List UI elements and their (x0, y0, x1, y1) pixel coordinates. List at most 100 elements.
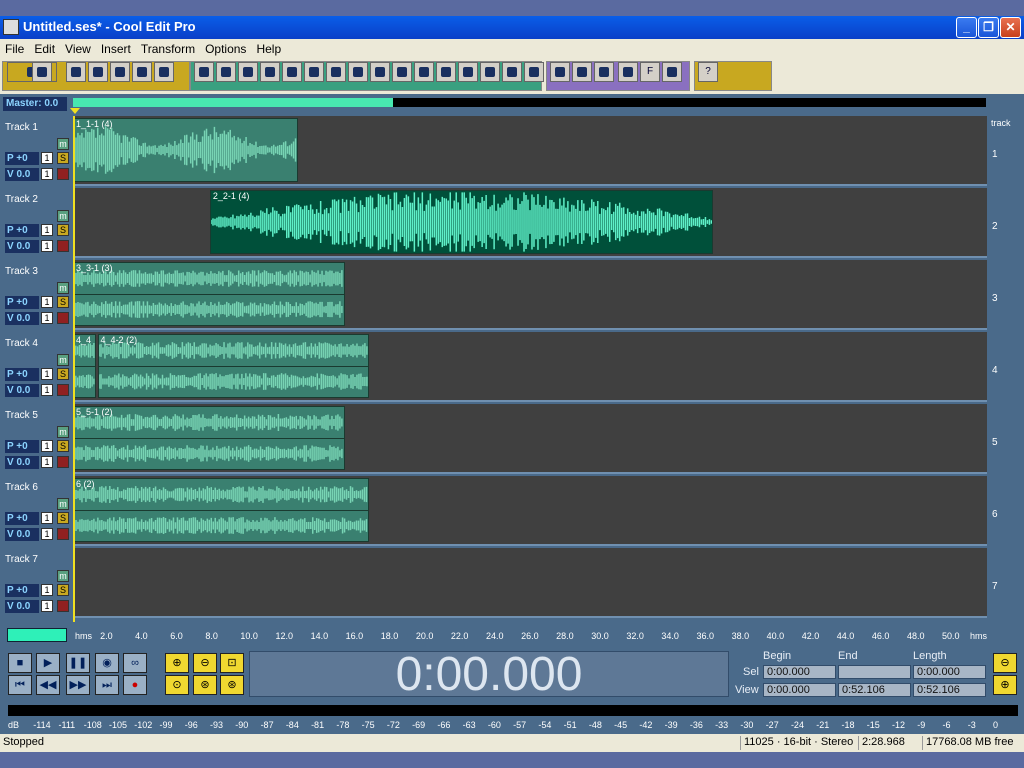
mute-button[interactable]: m (57, 354, 69, 366)
menu-options[interactable]: Options (200, 39, 251, 56)
mute-button[interactable]: m (57, 498, 69, 510)
audio-clip[interactable]: 3_3-1 (3) (73, 262, 345, 326)
track-lane[interactable]: 4_4 4_4-2 (2) (73, 332, 987, 402)
solo-button[interactable]: S (57, 584, 69, 596)
eq-icon[interactable] (458, 62, 478, 82)
volume-icon[interactable] (572, 62, 592, 82)
volume-control[interactable]: V 0.0 (5, 600, 39, 613)
split-icon[interactable] (282, 62, 302, 82)
rewind-button[interactable]: ◀◀ (36, 675, 60, 695)
input-button[interactable]: 1 (41, 384, 53, 396)
menu-file[interactable]: File (0, 39, 29, 56)
loop-button[interactable]: ∞ (123, 653, 147, 673)
input-button[interactable]: 1 (41, 456, 53, 468)
audio-clip[interactable]: 5_5-1 (2) (73, 406, 345, 470)
view-length-field[interactable]: 0:52.106 (913, 683, 986, 697)
master-volume[interactable]: Master: 0.0 (3, 97, 67, 111)
input-button[interactable]: 1 (41, 528, 53, 540)
save-icon[interactable] (110, 62, 130, 82)
pan-envelope-icon[interactable] (550, 62, 570, 82)
app-icon[interactable] (3, 19, 19, 35)
pan-control[interactable]: P +0 (5, 224, 39, 237)
pan-control[interactable]: P +0 (5, 440, 39, 453)
save-as-icon[interactable] (132, 62, 152, 82)
mute-button[interactable]: m (57, 426, 69, 438)
pan-control[interactable]: P +0 (5, 584, 39, 597)
restore-button[interactable]: ❐ (978, 17, 999, 38)
zoom-icon[interactable] (594, 62, 614, 82)
volume-control[interactable]: V 0.0 (5, 384, 39, 397)
solo-button[interactable]: S (57, 296, 69, 308)
zoom-left-icon[interactable]: ⊛ (193, 675, 217, 695)
record-arm-button[interactable] (57, 528, 69, 540)
solo-button[interactable]: S (57, 512, 69, 524)
zoom-in-icon[interactable]: ⊕ (165, 653, 189, 673)
output-button[interactable]: 1 (41, 224, 53, 236)
solo-button[interactable]: S (57, 224, 69, 236)
group-icon[interactable] (414, 62, 434, 82)
play-button[interactable]: ▶ (36, 653, 60, 673)
fast-forward-button[interactable]: ▶▶ (66, 675, 90, 695)
normalize-icon[interactable] (348, 62, 368, 82)
audio-clip[interactable]: 4_4-2 (2) (97, 334, 370, 398)
lock-icon[interactable] (370, 62, 390, 82)
menu-view[interactable]: View (60, 39, 96, 56)
volume-control[interactable]: V 0.0 (5, 240, 39, 253)
volume-control[interactable]: V 0.0 (5, 456, 39, 469)
time-ruler[interactable]: hms 2.0 4.0 6.0 8.0 10.0 12.0 14.0 16.0 18.0 20.0 2… (73, 628, 987, 643)
solo-button[interactable]: S (57, 440, 69, 452)
zoom-selection-icon[interactable]: ⊙ (165, 675, 189, 695)
output-button[interactable]: 1 (41, 152, 53, 164)
audio-clip[interactable]: 2_2-1 (4) (209, 190, 714, 254)
sel-end-field[interactable] (838, 665, 911, 679)
output-button[interactable]: 1 (41, 584, 53, 596)
volume-control[interactable]: V 0.0 (5, 528, 39, 541)
view-begin-field[interactable]: 0:00.000 (763, 683, 836, 697)
pan-control[interactable]: P +0 (5, 368, 39, 381)
envelope-icon[interactable] (480, 62, 500, 82)
record-arm-button[interactable] (57, 312, 69, 324)
record-arm-button[interactable] (57, 240, 69, 252)
input-button[interactable]: 1 (41, 600, 53, 612)
audio-clip[interactable]: 6 (2) (73, 478, 370, 542)
pause-button[interactable]: ❚❚ (66, 653, 90, 673)
new-icon[interactable] (32, 62, 52, 82)
go-start-button[interactable]: ⏮ (8, 675, 32, 695)
menu-help[interactable]: Help (251, 39, 286, 56)
output-button[interactable]: 1 (41, 368, 53, 380)
loop-icon[interactable] (662, 62, 682, 82)
zoom-out-icon[interactable]: ⊖ (193, 653, 217, 673)
open-append-icon[interactable] (88, 62, 108, 82)
track-lane[interactable] (73, 548, 987, 618)
volume-control[interactable]: V 0.0 (5, 312, 39, 325)
merge-icon[interactable] (304, 62, 324, 82)
record-button[interactable]: ● (123, 675, 147, 695)
solo-button[interactable]: S (57, 152, 69, 164)
audio-clip[interactable]: 1_1-1 (4) (73, 118, 298, 182)
undo-icon[interactable] (154, 62, 174, 82)
record-arm-button[interactable] (57, 168, 69, 180)
menu-insert[interactable]: Insert (96, 39, 136, 56)
solo-button[interactable]: S (57, 368, 69, 380)
view-end-field[interactable]: 0:52.106 (838, 683, 911, 697)
volume-control[interactable]: V 0.0 (5, 168, 39, 181)
sel-length-field[interactable]: 0:00.000 (913, 665, 986, 679)
input-button[interactable]: 1 (41, 168, 53, 180)
zoom-right-icon[interactable]: ⊛ (220, 675, 244, 695)
sel-begin-field[interactable]: 0:00.000 (763, 665, 836, 679)
audio-clip[interactable]: 4_4 (73, 334, 96, 398)
pan-control[interactable]: P +0 (5, 152, 39, 165)
overview-window[interactable] (73, 98, 393, 107)
pan-control[interactable]: P +0 (5, 512, 39, 525)
edit-envelope-icon[interactable] (524, 62, 544, 82)
insert-icon[interactable] (436, 62, 456, 82)
mute-button[interactable]: m (57, 210, 69, 222)
track-lane[interactable]: 2_2-1 (4) (73, 188, 987, 258)
output-button[interactable]: 1 (41, 512, 53, 524)
paste-icon[interactable] (238, 62, 258, 82)
pan-control[interactable]: P +0 (5, 296, 39, 309)
copy-icon[interactable] (216, 62, 236, 82)
track-lane[interactable]: 5_5-1 (2) (73, 404, 987, 474)
zoom-full-icon[interactable]: ⊡ (220, 653, 244, 673)
snap-icon[interactable] (502, 62, 522, 82)
